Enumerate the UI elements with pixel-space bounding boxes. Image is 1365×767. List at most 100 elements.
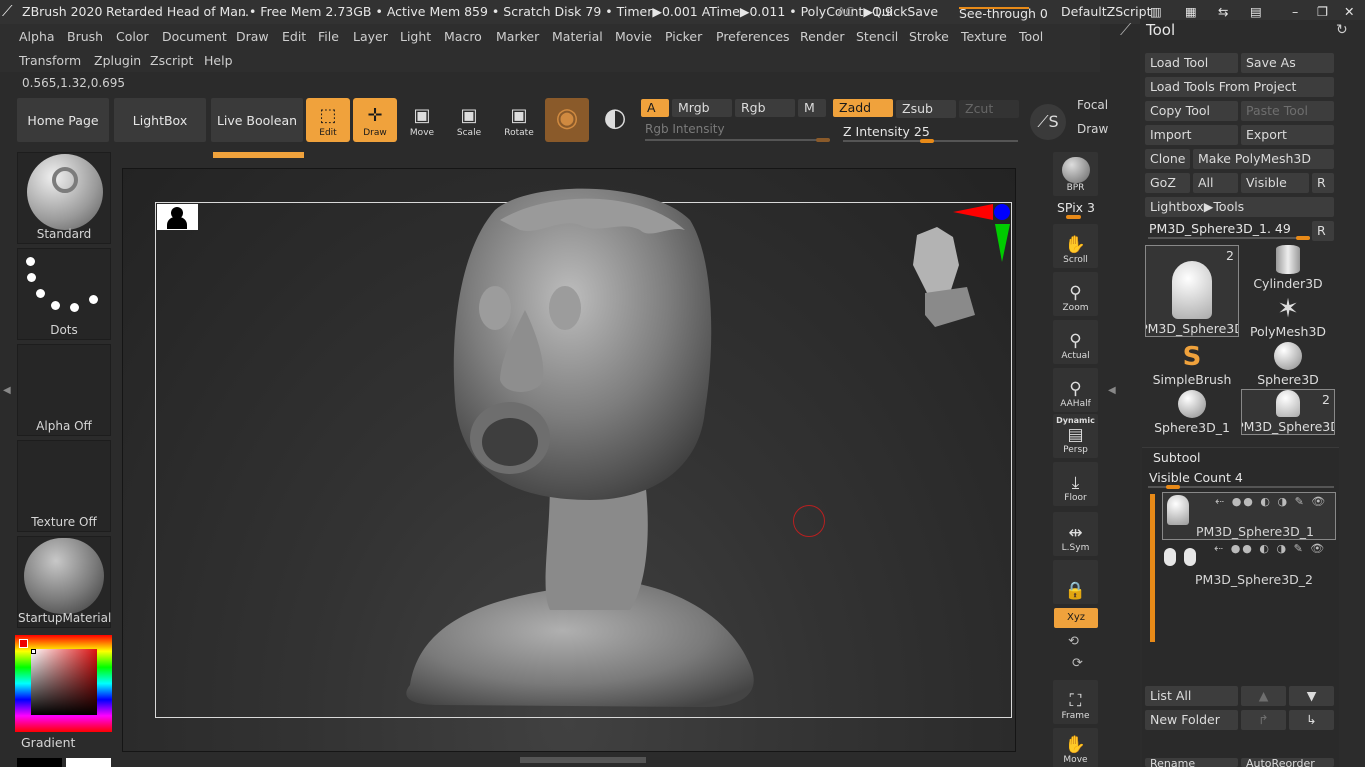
clone-button[interactable]: Clone [1145, 149, 1190, 169]
alpha-selector[interactable]: Alpha Off [17, 344, 111, 436]
current-tool-r-button[interactable]: R [1312, 221, 1334, 241]
menu-document[interactable]: Document [162, 29, 227, 44]
menu-texture[interactable]: Texture [961, 29, 1007, 44]
minimize-icon[interactable]: – [1292, 4, 1298, 19]
swap-icon[interactable]: ⇆ [1218, 4, 1228, 19]
tool-thumb-pm3d-sphere3d[interactable]: PM3D_Sphere3D 2 [1145, 245, 1239, 337]
menu-edit[interactable]: Edit [282, 29, 306, 44]
tool-thumb-cylinder3d[interactable]: Cylinder3D [1241, 245, 1335, 291]
rgb-toggle[interactable]: Rgb [735, 99, 795, 117]
copy-tool-button[interactable]: Copy Tool [1145, 101, 1238, 121]
color-picker[interactable] [15, 635, 112, 732]
make-polymesh-button[interactable]: Make PolyMesh3D [1193, 149, 1334, 169]
subtool-scrollbar[interactable] [1150, 494, 1155, 642]
goz-visible-button[interactable]: Visible [1241, 173, 1309, 193]
list-all-button[interactable]: List All [1145, 686, 1238, 706]
scale-button[interactable]: ▣ Scale [447, 98, 491, 142]
close-icon[interactable]: ✕ [1344, 4, 1354, 19]
rgb-intensity-knob[interactable] [816, 138, 830, 142]
live-boolean-button[interactable]: Live Boolean [211, 98, 303, 142]
head-orientation-preview[interactable] [905, 225, 980, 330]
collapse-right-icon[interactable]: ◀ [1108, 385, 1116, 399]
zoom-button[interactable]: ⚲ Zoom [1053, 272, 1098, 316]
export-button[interactable]: Export [1241, 125, 1334, 145]
move-button[interactable]: ▣ Move [400, 98, 444, 142]
layout-icon-2[interactable]: ▤ [1250, 4, 1262, 19]
menu-preferences[interactable]: Preferences [716, 29, 790, 44]
tool-thumb-sphere3d[interactable]: Sphere3D [1241, 341, 1335, 387]
subtool-mode-icons[interactable]: ⇠ ●● ◐ ◑ ✎ 👁 [1214, 542, 1326, 555]
tool-thumb-pm3d-sphere3d-2[interactable]: PM3D_Sphere3D 2 [1241, 389, 1335, 435]
focal-shift-icon[interactable]: ⟋S [1030, 104, 1066, 140]
menu-movie[interactable]: Movie [615, 29, 652, 44]
load-tool-button[interactable]: Load Tool [1145, 53, 1238, 73]
move-down-icon[interactable]: ▼ [1289, 686, 1334, 706]
menu-alpha[interactable]: Alpha [19, 29, 55, 44]
edit-button[interactable]: ⬚ Edit [306, 98, 350, 142]
zcut-toggle[interactable]: Zcut [959, 100, 1019, 118]
load-tools-from-project-button[interactable]: Load Tools From Project [1145, 77, 1334, 97]
rotate-y-icon[interactable]: ⟲ [1068, 634, 1079, 649]
bpr-button[interactable]: BPR [1053, 152, 1098, 196]
zscript-selector[interactable]: DefaultZScript [1061, 4, 1152, 19]
m-toggle[interactable]: M [798, 99, 826, 117]
menu-material[interactable]: Material [552, 29, 603, 44]
home-page-button[interactable]: Home Page [17, 98, 109, 142]
autoreorder-button[interactable]: AutoReorder [1241, 758, 1334, 767]
sculpted-head-model[interactable] [400, 180, 770, 720]
goz-r-button[interactable]: R [1312, 173, 1334, 193]
aahalf-button[interactable]: ⚲ AAHalf [1053, 368, 1098, 412]
goz-all-button[interactable]: All [1193, 173, 1238, 193]
z-intensity-knob[interactable] [920, 139, 934, 143]
menu-macro[interactable]: Macro [444, 29, 482, 44]
zsub-toggle[interactable]: Zsub [896, 100, 956, 118]
restore-icon[interactable]: ❐ [1317, 4, 1328, 19]
stroke-selector[interactable]: Dots [17, 248, 111, 340]
menu-file[interactable]: File [318, 29, 339, 44]
reset-icon[interactable]: ↻ [1336, 22, 1348, 38]
rename-button[interactable]: Rename [1145, 758, 1238, 767]
menu-transform[interactable]: Transform [19, 53, 81, 68]
menu-render[interactable]: Render [800, 29, 845, 44]
floor-button[interactable]: ⤓ Floor [1053, 462, 1098, 506]
menu-stencil[interactable]: Stencil [856, 29, 898, 44]
draw-button[interactable]: ✛ Draw [353, 98, 397, 142]
visible-count-slider[interactable]: Visible Count 4 [1149, 470, 1243, 485]
current-tool-knob[interactable] [1296, 236, 1310, 240]
tool-thumb-simplebrush[interactable]: S SimpleBrush [1145, 341, 1239, 387]
a-toggle[interactable]: A [641, 99, 669, 117]
bottom-scrollbar[interactable] [520, 757, 646, 763]
menu-toggle-icon[interactable]: ▥ [1150, 4, 1162, 19]
import-button[interactable]: Import [1145, 125, 1238, 145]
color-picker-square[interactable] [31, 649, 97, 715]
collapse-left-icon[interactable]: ◀ [3, 385, 11, 399]
subtool-mode-icons[interactable]: ⇠ ●● ◐ ◑ ✎ 👁 [1215, 495, 1327, 508]
tool-thumb-sphere3d-1[interactable]: Sphere3D_1 [1145, 389, 1239, 435]
move-out-icon[interactable]: ↱ [1241, 710, 1286, 730]
brush-selector[interactable]: Standard [17, 152, 111, 244]
spix-slider-knob[interactable] [1066, 215, 1081, 219]
actual-button[interactable]: ⚲ Actual [1053, 320, 1098, 364]
lightbox-tools-button[interactable]: Lightbox▶Tools [1145, 197, 1334, 217]
subtool-item-2[interactable]: ⇠ ●● ◐ ◑ ✎ 👁 PM3D_Sphere3D_2 [1162, 540, 1336, 588]
menu-zscript[interactable]: Zscript [150, 53, 193, 68]
frame-button[interactable]: ⛶ Frame [1053, 680, 1098, 724]
menu-light[interactable]: Light [400, 29, 431, 44]
menu-zplugin[interactable]: Zplugin [94, 53, 141, 68]
lsym-button[interactable]: ⇹ L.Sym [1053, 512, 1098, 556]
spix-slider[interactable]: SPix 3 [1057, 200, 1095, 215]
layout-icon[interactable]: ▦ [1185, 4, 1197, 19]
menu-tool[interactable]: Tool [1019, 29, 1043, 44]
save-as-button[interactable]: Save As [1241, 53, 1334, 73]
material-selector[interactable]: StartupMaterial [17, 536, 111, 628]
menu-marker[interactable]: Marker [496, 29, 539, 44]
menu-help[interactable]: Help [204, 53, 233, 68]
subtool-title[interactable]: Subtool [1153, 450, 1200, 465]
main-color-swatch[interactable] [66, 758, 111, 767]
scroll-button[interactable]: ✋ Scroll [1053, 224, 1098, 268]
menu-draw[interactable]: Draw [236, 29, 269, 44]
goz-button[interactable]: GoZ [1145, 173, 1190, 193]
new-folder-button[interactable]: New Folder [1145, 710, 1238, 730]
current-tool-slider[interactable]: PM3D_Sphere3D_1. 49 [1149, 221, 1291, 236]
move-view-button[interactable]: ✋ Move [1053, 728, 1098, 767]
